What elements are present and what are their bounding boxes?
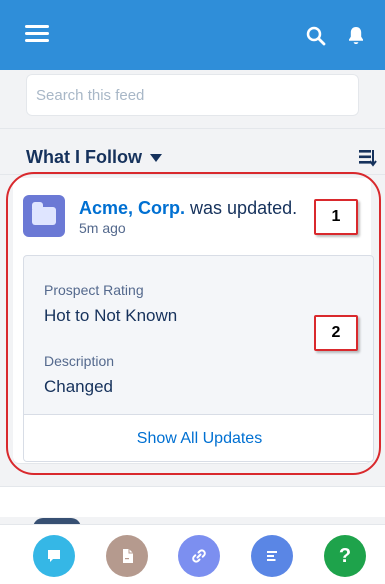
feed-change-details: Prospect Rating Hot to Not Known Descrip… — [23, 255, 374, 462]
chevron-down-icon — [149, 154, 162, 162]
post-icon — [48, 550, 60, 562]
poll-button[interactable] — [251, 535, 293, 577]
sort-icon[interactable] — [356, 148, 378, 168]
next-feed-item-peek — [0, 486, 385, 517]
hamburger-menu-icon[interactable] — [25, 24, 49, 44]
file-button[interactable] — [106, 535, 148, 577]
change-label: Description — [44, 353, 115, 369]
bell-icon[interactable] — [344, 24, 368, 48]
change-label: Prospect Rating — [44, 282, 144, 298]
poll-icon — [267, 551, 277, 561]
search-icon[interactable] — [304, 24, 328, 48]
feed-item-summary: Acme, Corp. was updated. — [79, 197, 354, 219]
search-feed-wrapper — [26, 74, 359, 116]
feed-item-action-text: was updated. — [185, 198, 298, 218]
post-button[interactable] — [33, 535, 75, 577]
app-frame: What I Follow Acme, Corp. was updated. 5… — [0, 0, 385, 584]
change-value: Hot to Not Known — [44, 306, 178, 325]
folder-icon — [23, 195, 65, 237]
feed-divider — [0, 174, 385, 175]
search-feed-input[interactable] — [26, 74, 359, 116]
link-icon — [192, 549, 206, 563]
app-header — [0, 0, 385, 70]
details-footer: Show All Updates — [24, 414, 373, 461]
annotation-badge: 2 — [314, 315, 358, 351]
question-button[interactable]: ? — [324, 535, 366, 577]
file-icon — [123, 549, 133, 563]
feed-filter-label: What I Follow — [26, 147, 142, 167]
annotation-badge: 1 — [314, 199, 358, 235]
question-icon: ? — [338, 545, 352, 567]
show-all-updates-link[interactable]: Show All Updates — [137, 430, 262, 448]
link-button[interactable] — [178, 535, 220, 577]
entity-link[interactable]: Acme, Corp. — [79, 198, 185, 218]
change-value: Changed — [44, 377, 114, 396]
feed-filter-selector[interactable]: What I Follow — [26, 145, 162, 169]
header-divider — [0, 128, 385, 129]
feed-item-timestamp: 5m ago — [79, 220, 126, 236]
